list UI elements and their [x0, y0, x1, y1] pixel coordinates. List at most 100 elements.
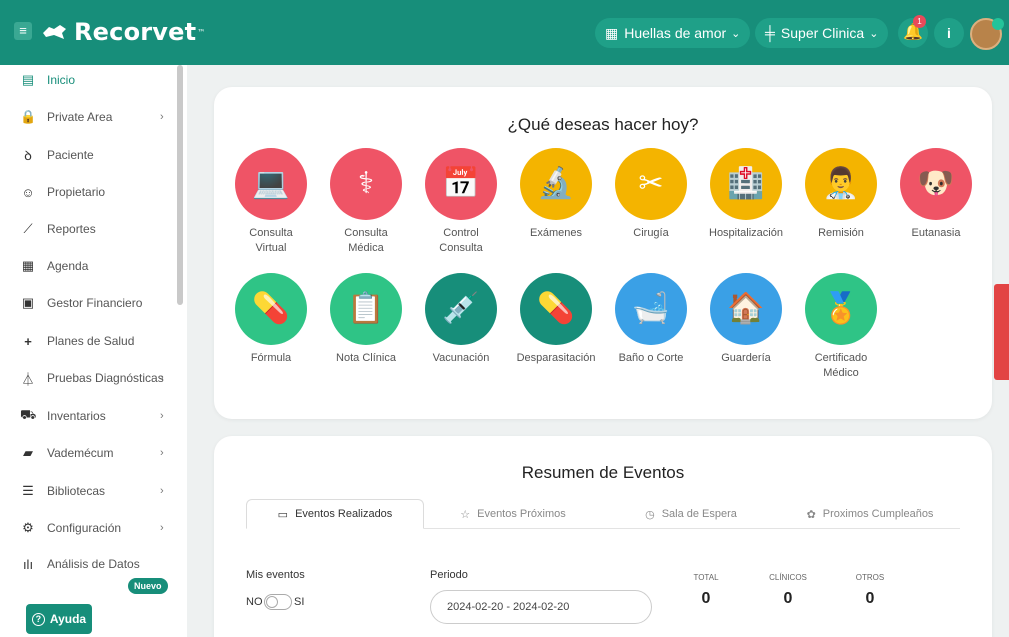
action-label: Control Consulta	[413, 226, 509, 256]
sidebar-item-private-area[interactable]: 🔒 Private Area ›	[0, 102, 177, 132]
action-cirugia[interactable]: ✂ Cirugía	[603, 148, 699, 241]
action-label-line: Desparasitación	[516, 352, 596, 364]
action-label: Fórmula	[223, 351, 319, 366]
clock-icon: ◷	[645, 508, 655, 521]
sidebar-item-label: Vademécum	[47, 446, 114, 460]
sidebar-item-gestor-financiero[interactable]: ▣ Gestor Financiero	[0, 288, 177, 318]
brand-trademark: ™	[197, 27, 206, 37]
feedback-tab[interactable]	[994, 284, 1009, 380]
prescription-icon: 💊	[235, 273, 307, 345]
help-button[interactable]: ? Ayuda	[26, 604, 92, 634]
tab-eventos-realizados[interactable]: ▭ Eventos Realizados	[246, 499, 424, 529]
user-avatar[interactable]	[970, 18, 1004, 50]
tab-label: Eventos Realizados	[295, 508, 393, 520]
action-label: Cirugía	[603, 226, 699, 241]
menu-icon[interactable]: ≡	[14, 22, 32, 40]
sidebar-item-label: Agenda	[47, 259, 89, 273]
events-summary-title: Resumen de Eventos	[521, 463, 685, 482]
sidebar-item-configuracion[interactable]: ⚙ Configuración ›	[0, 513, 177, 543]
sidebar-item-inicio[interactable]: ▤ Inicio	[0, 65, 177, 95]
action-label: Consulta Virtual	[223, 226, 319, 256]
tab-proximos-cumpleanos[interactable]: ✿ Proximos Cumpleaños	[780, 499, 960, 529]
angel-dog-icon: 🐶	[900, 148, 972, 220]
truck-icon: ⛟	[20, 407, 37, 422]
tab-eventos-proximos[interactable]: ☆ Eventos Próximos	[424, 499, 602, 529]
branch-selector[interactable]: ╪ Super Clinica ⌄	[755, 18, 889, 48]
period-label: Periodo	[430, 569, 468, 581]
action-label-line: Consulta	[344, 227, 388, 239]
branch-icon: ╪	[765, 25, 775, 41]
sidebar-item-paciente[interactable]: ꝺ Paciente	[0, 140, 177, 170]
action-vacunacion[interactable]: 💉 Vacunación	[413, 273, 509, 366]
action-formula[interactable]: 💊 Fórmula	[223, 273, 319, 366]
paw-icon: ꝺ	[24, 148, 32, 163]
brand-name: Recorvet	[74, 18, 197, 46]
info-button[interactable]: i	[934, 18, 964, 48]
microscope-icon: 🔬	[520, 148, 592, 220]
action-nota-clinica[interactable]: 📋 Nota Clínica	[318, 273, 414, 366]
sidebar-item-label: Configuración	[47, 521, 122, 535]
surgery-tools-icon: ✂	[615, 148, 687, 220]
action-label: Vacunación	[413, 351, 509, 366]
money-icon: ▣	[21, 295, 35, 310]
action-label-line: Eutanasia	[911, 227, 961, 239]
action-consulta-medica[interactable]: ⚕ Consulta Médica	[318, 148, 414, 256]
sidebar-item-planes-de-salud[interactable]: + Planes de Salud	[0, 326, 177, 356]
sidebar-item-label: Análisis de Datos	[47, 557, 140, 571]
my-events-label: Mis eventos	[246, 569, 305, 581]
flask-icon: ⏃	[21, 371, 35, 387]
chevron-right-icon: ›	[160, 522, 164, 534]
sidebar-item-pruebas-diagnosticas[interactable]: ⏃ Pruebas Diagnósticas ›	[0, 363, 177, 393]
action-eutanasia[interactable]: 🐶 Eutanasia	[888, 148, 984, 241]
action-label: Baño o Corte	[603, 351, 699, 366]
action-label: Desparasitación	[508, 351, 604, 366]
action-hospitalizacion[interactable]: 🏥 Hospitalización	[698, 148, 794, 241]
notifications-button[interactable]: 🔔 1	[898, 15, 928, 48]
branch-selector-label: Super Clinica	[780, 25, 865, 41]
clinic-selector[interactable]: ▦ Huellas de amor ⌄	[595, 18, 751, 48]
lock-icon: 🔒	[20, 109, 37, 124]
action-label: Guardería	[698, 351, 794, 366]
toggle-on-label: SI	[294, 596, 305, 608]
sidebar-item-propietario[interactable]: ☺ Propietario	[0, 177, 177, 207]
action-label-line: Certificado	[814, 352, 868, 364]
period-date-range-input[interactable]: 2024-02-20 - 2024-02-20	[430, 590, 652, 624]
plus-icon: +	[24, 333, 32, 349]
action-label-line: Control	[443, 227, 479, 239]
sidebar-item-bibliotecas[interactable]: ☰ Bibliotecas ›	[0, 476, 177, 506]
action-certificado-medico[interactable]: 🏅 Certificado Médico	[793, 273, 889, 381]
sidebar-item-reportes[interactable]: ⟋ Reportes	[0, 214, 177, 244]
action-label: Certificado Médico	[793, 351, 889, 381]
chevron-down-icon: ⌄	[869, 27, 879, 40]
hospital-icon: 🏥	[710, 148, 782, 220]
certificate-medal-icon: 🏅	[805, 273, 877, 345]
sidebar-scrollbar[interactable]	[177, 65, 183, 305]
action-examenes[interactable]: 🔬 Exámenes	[508, 148, 604, 241]
sidebar-item-vademecum[interactable]: ▰ Vademécum ›	[0, 438, 177, 468]
action-consulta-virtual[interactable]: 💻 Consulta Virtual	[223, 148, 319, 256]
my-events-toggle[interactable]	[264, 594, 292, 610]
action-remision[interactable]: 👨‍⚕️ Remisión	[793, 148, 889, 241]
clinical-note-icon: 📋	[330, 273, 402, 345]
action-label-line: Hospitalización	[709, 227, 783, 239]
action-control-consulta[interactable]: 📅 Control Consulta	[413, 148, 509, 256]
sidebar-item-agenda[interactable]: ▦ Agenda	[0, 251, 177, 281]
action-desparasitacion[interactable]: 💊 Desparasitación	[508, 273, 604, 366]
action-guarderia[interactable]: 🏠 Guardería	[698, 273, 794, 366]
action-bano-o-corte[interactable]: 🛁 Baño o Corte	[603, 273, 699, 366]
gift-icon: ✿	[806, 508, 816, 521]
chevron-right-icon: ›	[160, 485, 164, 497]
events-tabs: ▭ Eventos Realizados ☆ Eventos Próximos …	[246, 499, 960, 529]
sidebar-item-label: Reportes	[47, 222, 96, 236]
sidebar-item-label: Planes de Salud	[47, 334, 135, 348]
gears-icon: ⚙	[22, 520, 34, 535]
stat-total-value: 0	[701, 590, 711, 607]
action-label-line: Guardería	[721, 352, 771, 364]
brand-logo[interactable]: Recorvet ™	[42, 18, 206, 46]
syringe-icon: 💉	[425, 273, 497, 345]
sidebar-item-analisis-de-datos[interactable]: ılı Análisis de Datos	[0, 549, 177, 579]
clinic-selector-label: Huellas de amor	[624, 25, 727, 41]
home-icon: ▤	[21, 72, 35, 87]
tab-sala-de-espera[interactable]: ◷ Sala de Espera	[602, 499, 780, 529]
sidebar-item-inventarios[interactable]: ⛟ Inventarios ›	[0, 401, 177, 431]
